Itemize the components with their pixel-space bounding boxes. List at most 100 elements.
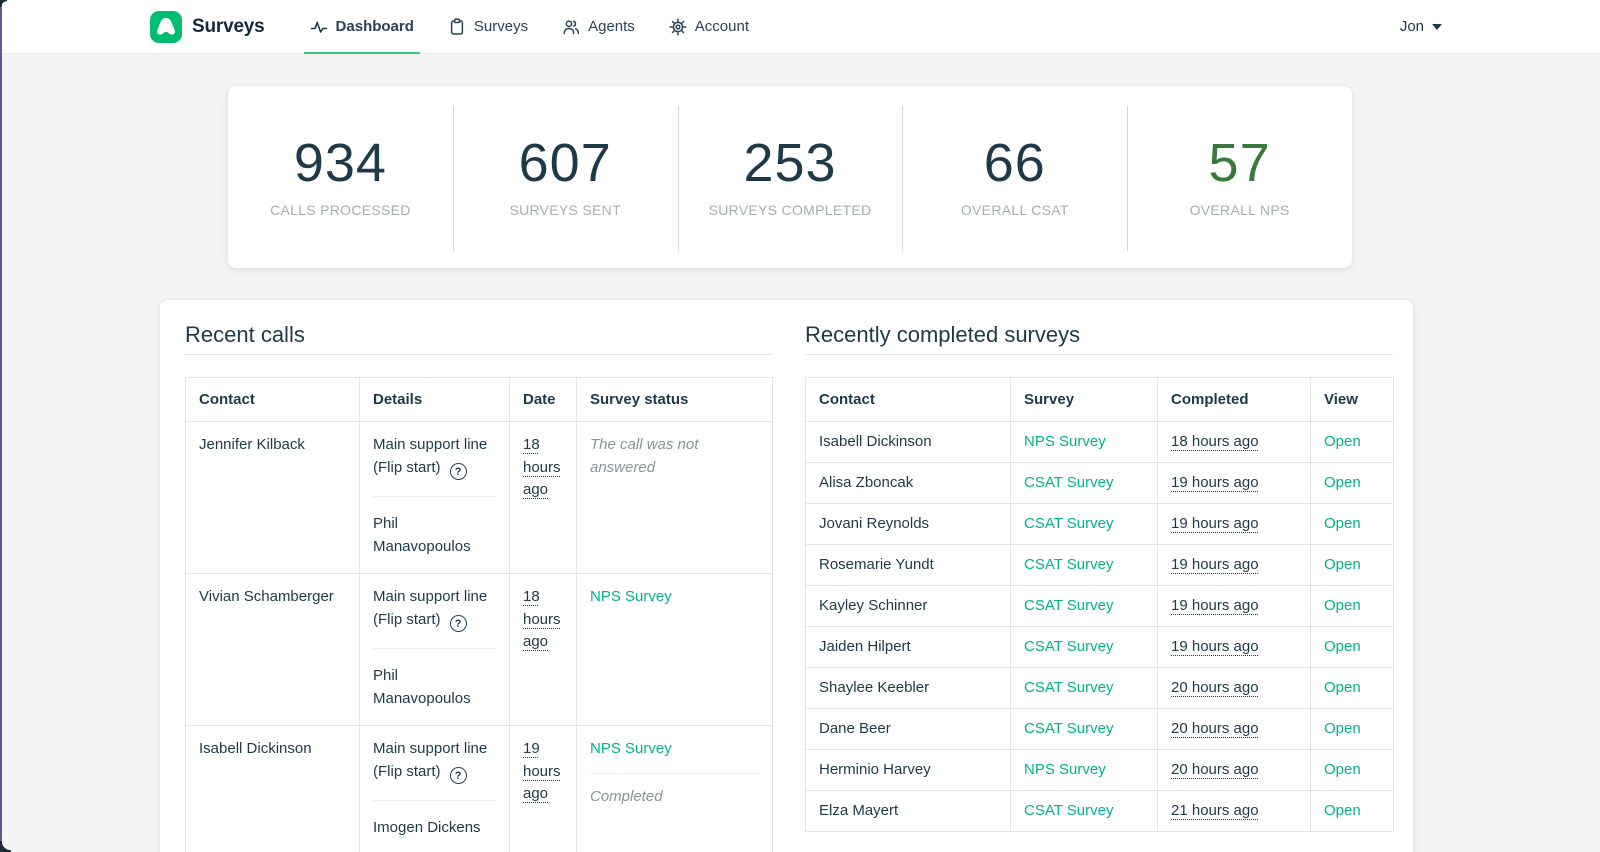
top-nav-bar: Surveys Dashboard Surveys Agents Account… [0, 0, 1600, 54]
details-cell: Main support line (Flip start) ? Imogen … [359, 725, 510, 852]
survey-cell: CSAT Survey [1010, 585, 1158, 627]
nav-item-dashboard[interactable]: Dashboard [303, 0, 421, 54]
survey-cell: CSAT Survey [1010, 667, 1158, 709]
nav-item-surveys[interactable]: Surveys [442, 0, 534, 53]
nav-item-agents[interactable]: Agents [556, 0, 641, 53]
help-icon[interactable]: ? [449, 767, 467, 785]
stat-surveys-completed: 253 SURVEYS COMPLETED [677, 86, 903, 268]
survey-link[interactable]: CSAT Survey [1024, 597, 1113, 614]
relative-date[interactable]: 19 hours ago [1171, 597, 1259, 614]
view-cell: Open [1310, 749, 1394, 791]
dashboard-page: Surveys Dashboard Surveys Agents Account… [0, 0, 1600, 852]
agents-icon [562, 18, 580, 36]
survey-status-cell: NPS Survey Completed [576, 725, 773, 852]
stat-calls-processed: 934 CALLS PROCESSED [228, 86, 453, 268]
column-header-completed: Completed [1157, 377, 1311, 422]
relative-date[interactable]: 19 hours ago [523, 740, 561, 802]
open-link[interactable]: Open [1324, 720, 1361, 737]
survey-link[interactable]: CSAT Survey [1024, 679, 1113, 696]
contact-cell: Jaiden Hilpert [805, 626, 1011, 668]
contact-cell: Elza Mayert [805, 790, 1011, 832]
survey-link[interactable]: NPS Survey [590, 740, 672, 757]
survey-cell: CSAT Survey [1010, 708, 1158, 750]
help-icon[interactable]: ? [449, 463, 467, 481]
survey-status-cell: The call was not answered [576, 421, 773, 574]
relative-date[interactable]: 19 hours ago [1171, 474, 1259, 491]
contact-cell: Shaylee Keebler [805, 667, 1011, 709]
relative-date[interactable]: 18 hours ago [523, 588, 561, 650]
cell-divider [590, 772, 759, 774]
stat-value: 57 [1208, 133, 1271, 193]
column-header-details: Details [359, 377, 510, 422]
brand-home-link[interactable]: Surveys [150, 10, 265, 43]
completed-survey-row: Alisa Zboncak CSAT Survey 19 hours ago O… [805, 462, 1394, 504]
completed-survey-row: Jaiden Hilpert CSAT Survey 19 hours ago … [805, 626, 1394, 668]
open-link[interactable]: Open [1324, 597, 1361, 614]
survey-cell: CSAT Survey [1010, 462, 1158, 504]
open-link[interactable]: Open [1324, 761, 1361, 778]
completed-cell: 19 hours ago [1157, 626, 1311, 668]
nav-label: Surveys [473, 18, 529, 35]
stat-label: OVERALL NPS [1189, 202, 1290, 218]
survey-link[interactable]: CSAT Survey [1024, 556, 1113, 573]
user-menu[interactable]: Jon [1400, 18, 1442, 35]
survey-link[interactable]: CSAT Survey [1024, 720, 1113, 737]
survey-link[interactable]: NPS Survey [590, 588, 672, 605]
help-icon[interactable]: ? [449, 615, 467, 633]
cell-divider [373, 496, 496, 498]
completed-cell: 18 hours ago [1157, 421, 1311, 463]
survey-link[interactable]: NPS Survey [1024, 433, 1106, 450]
recent-calls-table: Contact Details Date Survey status Jenni… [185, 377, 773, 852]
completed-survey-row: Dane Beer CSAT Survey 20 hours ago Open [805, 708, 1394, 750]
stat-surveys-sent: 607 SURVEYS SENT [452, 86, 678, 268]
date-cell: 18 hours ago [509, 573, 577, 726]
survey-link[interactable]: NPS Survey [1024, 761, 1106, 778]
agent-name: Imogen Dickens [373, 819, 481, 837]
completed-survey-row: Isabell Dickinson NPS Survey 18 hours ag… [805, 421, 1394, 463]
open-link[interactable]: Open [1324, 515, 1361, 532]
relative-date[interactable]: 18 hours ago [1171, 433, 1259, 450]
stat-overall-nps: 57 OVERALL NPS [1127, 86, 1352, 268]
column-header-survey-status: Survey status [576, 377, 773, 422]
completed-survey-row: Elza Mayert CSAT Survey 21 hours ago Ope… [805, 790, 1394, 832]
open-link[interactable]: Open [1324, 679, 1361, 696]
stat-value: 607 [518, 133, 612, 193]
relative-date[interactable]: 20 hours ago [1171, 761, 1259, 778]
survey-link[interactable]: CSAT Survey [1024, 638, 1113, 655]
survey-link[interactable]: CSAT Survey [1024, 515, 1113, 532]
completed-cell: 19 hours ago [1157, 503, 1311, 545]
status-text: The call was not answered [590, 436, 699, 476]
view-cell: Open [1310, 626, 1394, 668]
aircall-logo-icon [150, 10, 182, 43]
survey-cell: NPS Survey [1010, 749, 1158, 791]
nav-label: Agents [588, 18, 635, 35]
relative-date[interactable]: 19 hours ago [1171, 638, 1259, 655]
survey-link[interactable]: CSAT Survey [1024, 474, 1113, 491]
contact-cell: Dane Beer [805, 708, 1011, 750]
relative-date[interactable]: 21 hours ago [1171, 802, 1259, 819]
stat-value: 253 [743, 133, 837, 193]
open-link[interactable]: Open [1324, 638, 1361, 655]
open-link[interactable]: Open [1324, 433, 1361, 450]
open-link[interactable]: Open [1324, 474, 1361, 491]
relative-date[interactable]: 20 hours ago [1171, 720, 1259, 737]
completed-survey-row: Herminio Harvey NPS Survey 20 hours ago … [805, 749, 1394, 791]
survey-cell: CSAT Survey [1010, 544, 1158, 586]
relative-date[interactable]: 19 hours ago [1171, 515, 1259, 532]
stat-value: 934 [293, 133, 387, 193]
view-cell: Open [1310, 544, 1394, 586]
relative-date[interactable]: 19 hours ago [1171, 556, 1259, 573]
gear-icon [669, 17, 687, 36]
completed-survey-row: Kayley Schinner CSAT Survey 19 hours ago… [805, 585, 1394, 627]
open-link[interactable]: Open [1324, 802, 1361, 819]
completed-cell: 20 hours ago [1157, 749, 1311, 791]
relative-date[interactable]: 18 hours ago [523, 436, 561, 498]
survey-cell: NPS Survey [1010, 421, 1158, 463]
contact-cell: Jennifer Kilback [185, 421, 360, 574]
view-cell: Open [1310, 421, 1394, 463]
nav-item-account[interactable]: Account [663, 0, 755, 53]
relative-date[interactable]: 20 hours ago [1171, 679, 1259, 696]
column-header-survey: Survey [1010, 377, 1158, 422]
survey-link[interactable]: CSAT Survey [1024, 802, 1113, 819]
open-link[interactable]: Open [1324, 556, 1361, 573]
